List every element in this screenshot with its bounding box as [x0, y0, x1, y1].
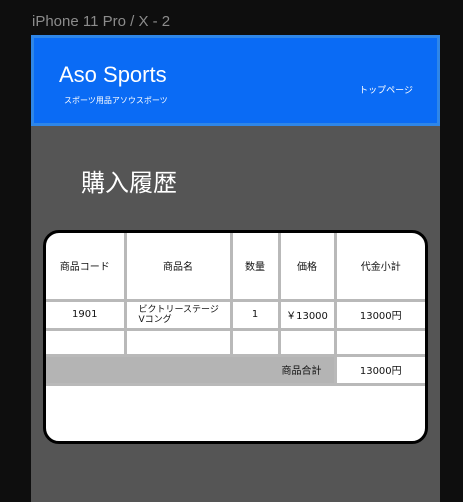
total-value: 13000円: [333, 353, 425, 386]
header-subtotal: 代金小計: [333, 233, 425, 302]
top-page-link[interactable]: トップページ: [359, 83, 413, 96]
app-header: Aso Sports スポーツ用品アソウスポーツ トップページ: [31, 35, 440, 126]
cell-product-code: 1901: [46, 298, 127, 331]
table-row: 1901 ビクトリーステージ Vコング 1 ￥13000 13000円: [46, 298, 425, 331]
cell-empty: [229, 327, 281, 357]
page-title: 購入履歴: [81, 169, 177, 197]
phone-screen: Aso Sports スポーツ用品アソウスポーツ トップページ 購入履歴 商品コ…: [31, 35, 440, 502]
header-product-name: 商品名: [123, 233, 233, 302]
header-product-code: 商品コード: [46, 233, 127, 302]
total-label: 商品合計: [46, 353, 337, 386]
brand-tagline: スポーツ用品アソウスポーツ: [64, 96, 168, 105]
cell-empty: [123, 327, 233, 357]
cell-subtotal: 13000円: [333, 298, 425, 331]
table-header-row: 商品コード 商品名 数量 価格 代金小計: [46, 233, 425, 302]
artboard-title: iPhone 11 Pro / X - 2: [32, 13, 171, 30]
table-total-row: 商品合計 13000円: [46, 353, 425, 386]
purchase-history-table: 商品コード 商品名 数量 価格 代金小計 1901 ビクトリーステージ Vコング…: [46, 233, 425, 386]
cell-empty: [277, 327, 337, 357]
cell-product-name: ビクトリーステージ Vコング: [123, 298, 233, 331]
header-price: 価格: [277, 233, 337, 302]
cell-empty: [333, 327, 425, 357]
cell-quantity: 1: [229, 298, 281, 331]
brand-title[interactable]: Aso Sports: [59, 62, 167, 88]
cell-empty: [46, 327, 127, 357]
cell-price: ￥13000: [277, 298, 337, 331]
table-row-empty: [46, 327, 425, 357]
header-quantity: 数量: [229, 233, 281, 302]
purchase-history-card: 商品コード 商品名 数量 価格 代金小計 1901 ビクトリーステージ Vコング…: [43, 230, 428, 444]
